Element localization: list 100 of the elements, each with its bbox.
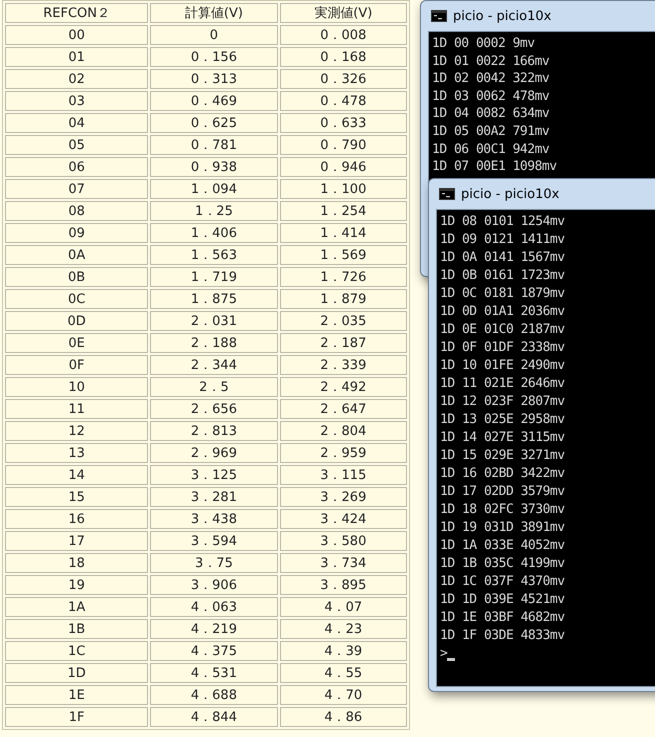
console-icon — [439, 188, 455, 200]
table-cell: 18 — [5, 553, 148, 573]
table-cell: 4．063 — [150, 597, 278, 617]
table-cell: 0．168 — [280, 47, 407, 67]
console-line: 1D 1B 035C 4199mv — [440, 555, 566, 573]
table-cell: 02 — [5, 69, 148, 89]
table-cell: 0 — [150, 25, 278, 45]
table-cell: 2．031 — [150, 311, 278, 331]
table-cell: 1．563 — [150, 245, 278, 265]
console-line: 1D 19 031D 3891mv — [440, 519, 566, 537]
table-cell: 0D — [5, 311, 148, 331]
table-cell: 1．25 — [150, 201, 278, 221]
console-line: 1D 17 02DD 3579mv — [440, 483, 566, 501]
table-cell: 3．895 — [280, 575, 407, 595]
table-cell: 19 — [5, 575, 148, 595]
console-line: 1D 03 0062 478mv — [432, 88, 550, 106]
table-cell: 4．531 — [150, 663, 278, 683]
table-cell: 2．647 — [280, 399, 407, 419]
table-cell: 07 — [5, 179, 148, 199]
console-line: 1D 09 0121 1411mv — [440, 231, 566, 249]
console-line: 1D 11 021E 2646mv — [440, 375, 566, 393]
table-cell: 13 — [5, 443, 148, 463]
console-line: 1D 06 00C1 942mv — [432, 140, 550, 158]
table-cell: 1．254 — [280, 201, 407, 221]
console-line: 1D 08 0101 1254mv — [440, 213, 566, 231]
table-cell: 0．313 — [150, 69, 278, 89]
table-cell: 4．688 — [150, 685, 278, 705]
table-cell: 4．39 — [280, 641, 407, 661]
console-line: 1D 0B 0161 1723mv — [440, 267, 566, 285]
table-cell: 0．938 — [150, 157, 278, 177]
table-cell: 0A — [5, 245, 148, 265]
table-cell: 0．156 — [150, 47, 278, 67]
table-cell: 06 — [5, 157, 148, 177]
window-title: picio - picio10x — [453, 8, 552, 24]
console-line: 1D 12 023F 2807mv — [440, 393, 566, 411]
table-cell: 0．781 — [150, 135, 278, 155]
table-cell: 2．656 — [150, 399, 278, 419]
table-cell: 1D — [5, 663, 148, 683]
console-line: 1D 13 025E 2958mv — [440, 411, 566, 429]
table-cell: 2．969 — [150, 443, 278, 463]
window-title: picio - picio10x — [461, 186, 560, 202]
column-header: 実測値(V) — [280, 3, 407, 23]
table-cell: 0F — [5, 355, 148, 375]
table-cell: 0．469 — [150, 91, 278, 111]
table-cell: 3．438 — [150, 509, 278, 529]
table-cell: 3．281 — [150, 487, 278, 507]
table-cell: 0E — [5, 333, 148, 353]
table-cell: 0B — [5, 267, 148, 287]
table-cell: 01 — [5, 47, 148, 67]
console-line: 1D 0F 01DF 2338mv — [440, 339, 566, 357]
table-cell: 15 — [5, 487, 148, 507]
table-cell: 14 — [5, 465, 148, 485]
console-line: 1D 1C 037F 4370mv — [440, 573, 566, 591]
console-line: 1D 18 02FC 3730mv — [440, 501, 566, 519]
table-cell: 3．594 — [150, 531, 278, 551]
table-cell: 2．813 — [150, 421, 278, 441]
table-cell: 2．804 — [280, 421, 407, 441]
console-line: 1D 1E 03BF 4682mv — [440, 609, 566, 627]
table-cell: 1．569 — [280, 245, 407, 265]
console-line: 1D 14 027E 3115mv — [440, 429, 566, 447]
table-cell: 0．326 — [280, 69, 407, 89]
table-cell: 2．188 — [150, 333, 278, 353]
table-cell: 3．734 — [280, 553, 407, 573]
table-cell: 0．625 — [150, 113, 278, 133]
console-line: 1D 05 00A2 791mv — [432, 122, 550, 141]
table-cell: 3．906 — [150, 575, 278, 595]
console-line: 1D 01 0022 166mv — [432, 52, 550, 70]
table-cell: 2．344 — [150, 355, 278, 375]
table-cell: 2．035 — [280, 311, 407, 331]
table-cell: 1．719 — [150, 267, 278, 287]
table-cell: 16 — [5, 509, 148, 529]
table-cell: 4．844 — [150, 707, 278, 727]
text-cursor — [447, 658, 456, 661]
table-cell: 3．424 — [280, 509, 407, 529]
console-line: 1D 0E 01C0 2187mv — [440, 321, 566, 339]
column-header: REFCON２ — [5, 3, 148, 23]
console-icon — [431, 10, 447, 22]
console-line: 1D 10 01FE 2490mv — [440, 357, 566, 375]
table-cell: 09 — [5, 223, 148, 243]
table-cell: 3．115 — [280, 465, 407, 485]
table-cell: 0C — [5, 289, 148, 309]
table-cell: 0．478 — [280, 91, 407, 111]
table-cell: 1A — [5, 597, 148, 617]
console-line: 1D 15 029E 3271mv — [440, 447, 566, 465]
table-cell: 2．492 — [280, 377, 407, 397]
table-cell: 08 — [5, 201, 148, 221]
table-cell: 0．008 — [280, 25, 407, 45]
table-cell: 4．55 — [280, 663, 407, 683]
table-cell: 3．269 — [280, 487, 407, 507]
table-cell: 1．414 — [280, 223, 407, 243]
table-cell: 03 — [5, 91, 148, 111]
table-cell: 3．75 — [150, 553, 278, 573]
table-cell: 3．580 — [280, 531, 407, 551]
table-cell: 4．86 — [280, 707, 407, 727]
column-header: 計算値(V) — [150, 3, 278, 23]
table-cell: 3．125 — [150, 465, 278, 485]
table-cell: 4．07 — [280, 597, 407, 617]
console-line: 1D 1A 033E 4052mv — [440, 537, 566, 555]
table-cell: 1E — [5, 685, 148, 705]
table-cell: 0．633 — [280, 113, 407, 133]
